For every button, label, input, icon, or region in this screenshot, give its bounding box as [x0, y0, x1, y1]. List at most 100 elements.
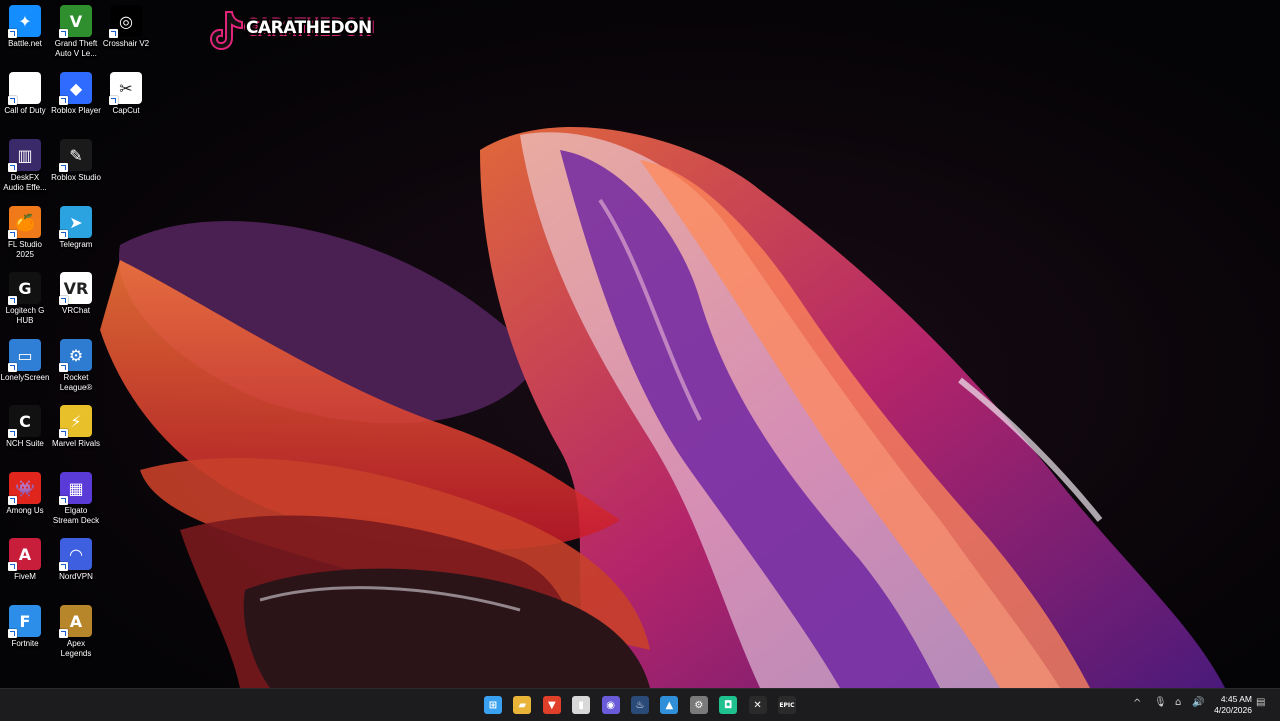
- shortcut-arrow-icon: [59, 363, 68, 372]
- desktop-icon-label: NordVPN: [59, 572, 93, 581]
- fl-studio-icon: 🍊: [8, 206, 41, 239]
- shortcut-arrow-icon: [109, 96, 118, 105]
- desktop-icon-label: FiveM: [14, 572, 36, 581]
- carathedon-logo: CARATHEDON: [208, 6, 372, 52]
- game-app-icon[interactable]: ◘: [719, 696, 738, 714]
- shortcut-arrow-icon: [59, 29, 68, 38]
- shortcut-arrow-icon: [8, 163, 17, 172]
- file-icon: [8, 72, 41, 105]
- stream-tool-icon[interactable]: ▲: [660, 696, 679, 714]
- desktop-icon[interactable]: ▥ DeskFX Audio Effe...: [0, 139, 50, 193]
- shortcut-arrow-icon: [8, 562, 17, 571]
- shortcut-arrow-icon: [8, 230, 17, 239]
- desktop-icon-label: Crosshair V2: [102, 39, 150, 48]
- desktop-icon[interactable]: ✦ Battle.net: [0, 5, 50, 49]
- desktop-icon[interactable]: 🍊 FL Studio 2025: [0, 206, 50, 260]
- shortcut-arrow-icon: [59, 230, 68, 239]
- roblox-icon: ◆: [59, 72, 92, 105]
- desktop-icon[interactable]: ▭ LonelyScreen: [0, 339, 50, 383]
- desktop-icon[interactable]: ▦ Elgato Stream Deck: [51, 472, 101, 526]
- logitech-icon: G: [8, 272, 41, 305]
- windows-start-icon[interactable]: ⊞: [484, 696, 502, 714]
- clock[interactable]: 4:45 AM 4/20/2026: [1214, 694, 1252, 716]
- shortcut-arrow-icon: [59, 296, 68, 305]
- desktop-icon[interactable]: ✂ CapCut: [101, 72, 151, 116]
- nch-icon: C: [8, 405, 41, 438]
- desktop-icon[interactable]: G Logitech G HUB: [0, 272, 50, 326]
- desktop-icon[interactable]: 👾 Among Us: [0, 472, 50, 516]
- desktop-icon-label: CapCut: [112, 106, 140, 115]
- shortcut-arrow-icon: [59, 562, 68, 571]
- desktop-icon-label: Marvel Rivals: [51, 439, 100, 448]
- desktop-icon[interactable]: ➤ Telegram: [51, 206, 101, 250]
- shortcut-arrow-icon: [8, 496, 17, 505]
- taskbar: ⊞ ▰ ▼ ▮ ◉ ♨ ▲ ⚙ ◘ ✕ EPIC ^ 🎙 ⌂ 🔊 4:45 AM 4/20/2026…: [0, 688, 1280, 721]
- brave-icon[interactable]: ▼: [542, 696, 561, 714]
- settings-gear-icon[interactable]: ⚙: [689, 696, 708, 714]
- desktop-icon-label: Call of Duty: [4, 106, 46, 115]
- shortcut-arrow-icon: [8, 363, 17, 372]
- desktop-icon[interactable]: ◠ NordVPN: [51, 538, 101, 582]
- desktop-icon[interactable]: A Apex Legends: [51, 605, 101, 659]
- desktop-icon[interactable]: ◆ Roblox Player: [51, 72, 101, 116]
- clock-date: 4/20/2026: [1214, 705, 1252, 715]
- desktop-icon-label: FL Studio 2025: [8, 240, 42, 259]
- desktop-icon-label: NCH Suite: [6, 439, 44, 448]
- shortcut-arrow-icon: [59, 163, 68, 172]
- logo-text: CARATHEDON: [246, 18, 372, 38]
- gta-icon: V: [59, 5, 92, 38]
- fortnite-icon: F: [8, 605, 41, 638]
- desktop-icon-label: Roblox Studio: [51, 173, 101, 182]
- desktop-icon[interactable]: V Grand Theft Auto V Le...: [51, 5, 101, 59]
- telegram-icon: ➤: [59, 206, 92, 239]
- volume-icon[interactable]: 🔊: [1192, 697, 1204, 708]
- shortcut-arrow-icon: [8, 29, 17, 38]
- epic-games-icon[interactable]: EPIC: [778, 696, 796, 714]
- shortcut-arrow-icon: [59, 96, 68, 105]
- marvel-rivals-icon: ⚡: [59, 405, 92, 438]
- nordvpn-icon: ◠: [59, 538, 92, 571]
- desktop-icon-label: LonelyScreen: [0, 373, 50, 382]
- desktop-icon[interactable]: VR VRChat: [51, 272, 101, 316]
- file-explorer-icon[interactable]: ▰: [513, 696, 532, 714]
- desktop-icon-label: VRChat: [61, 306, 90, 315]
- desktop-icon-label: Apex Legends: [60, 639, 92, 658]
- shortcut-arrow-icon: [109, 29, 118, 38]
- desktop-icon[interactable]: F Fortnite: [0, 605, 50, 649]
- desktop-icon-label: Among Us: [6, 506, 44, 515]
- desktop-icon[interactable]: ✎ Roblox Studio: [51, 139, 101, 183]
- desktop-icon[interactable]: Call of Duty: [0, 72, 50, 116]
- desktop-icon[interactable]: C NCH Suite: [0, 405, 50, 449]
- stream-deck-icon: ▦: [59, 472, 92, 505]
- desktop-icon-label: Elgato Stream Deck: [52, 506, 100, 525]
- desktop-icon[interactable]: ◎ Crosshair V2: [101, 5, 151, 49]
- battlenet-icon: ✦: [8, 5, 41, 38]
- apex-icon: A: [59, 605, 92, 638]
- shortcut-arrow-icon: [8, 429, 17, 438]
- show-hidden-icons-chevron-icon[interactable]: ^: [1133, 698, 1141, 709]
- shortcut-arrow-icon: [59, 629, 68, 638]
- desktop-icon[interactable]: ⚡ Marvel Rivals: [51, 405, 101, 449]
- fivem-icon: A: [8, 538, 41, 571]
- deskfx-icon: ▥: [8, 139, 41, 172]
- desktop-icon-label: Roblox Player: [51, 106, 101, 115]
- desktop-wallpaper: [0, 0, 1280, 688]
- shortcut-arrow-icon: [8, 629, 17, 638]
- desktop-icon[interactable]: ⚙ Rocket League®: [51, 339, 101, 393]
- discord-chrome-icon[interactable]: ◉: [601, 696, 620, 714]
- shortcut-arrow-icon: [59, 496, 68, 505]
- among-us-icon: 👾: [8, 472, 41, 505]
- app-badge-icon[interactable]: ▮: [572, 696, 591, 714]
- steam-icon[interactable]: ♨: [631, 696, 649, 714]
- desktop-icon[interactable]: A FiveM: [0, 538, 50, 582]
- desktop-icon-label: Battle.net: [8, 39, 42, 48]
- monitor-icon: ▭: [8, 339, 41, 372]
- notification-icon[interactable]: ▤: [1256, 697, 1265, 708]
- xbox-icon[interactable]: ✕: [748, 696, 767, 714]
- desktop-icon-label: Fortnite: [11, 639, 39, 648]
- network-icon[interactable]: ⌂: [1175, 697, 1181, 708]
- desktop-icon-label: Rocket League®: [59, 373, 93, 392]
- microphone-icon[interactable]: 🎙: [1154, 697, 1167, 708]
- capcut-icon: ✂: [109, 72, 142, 105]
- clock-time: 4:45 AM: [1220, 694, 1252, 704]
